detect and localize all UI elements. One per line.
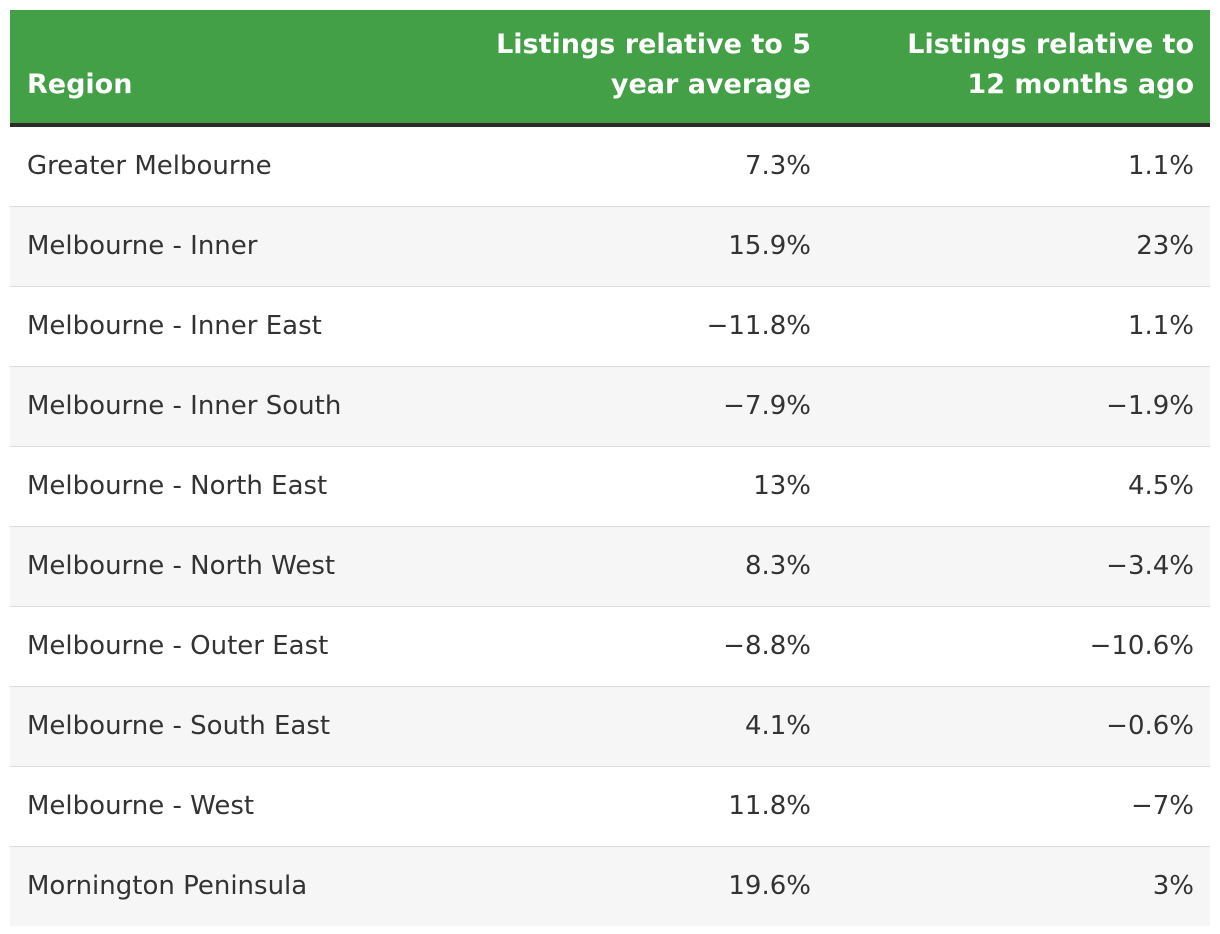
region-cell: Melbourne - South East [27, 711, 331, 741]
five-year-average-cell: 11.8% [728, 791, 811, 821]
table-row: Melbourne - Inner South −7.9% −1.9% [10, 367, 1210, 447]
twelve-months-cell: 1.1% [1127, 311, 1194, 341]
twelve-months-cell: 1.1% [1127, 151, 1194, 181]
table-row: Mornington Peninsula 19.6% 3% [10, 847, 1210, 926]
table-row: Melbourne - Inner 15.9% 23% [10, 207, 1210, 287]
column-header-region: Region [27, 69, 133, 100]
table-body: Greater Melbourne 7.3% 1.1% Melbourne - Inn… [10, 127, 1210, 926]
twelve-months-cell: 3% [1152, 871, 1194, 901]
five-year-average-cell: 13% [753, 471, 811, 501]
table-row: Melbourne - North West 8.3% −3.4% [10, 527, 1210, 607]
twelve-months-cell: 4.5% [1127, 471, 1194, 501]
region-cell: Melbourne - Inner East [27, 311, 322, 341]
data-table: Region Listings relative to 5 year avera… [10, 10, 1210, 926]
table-row: Melbourne - South East 4.1% −0.6% [10, 687, 1210, 767]
table-row: Greater Melbourne 7.3% 1.1% [10, 127, 1210, 207]
region-cell: Melbourne - Inner South [27, 391, 342, 421]
twelve-months-cell: −10.6% [1089, 631, 1194, 661]
five-year-average-cell: 8.3% [744, 551, 811, 581]
table-row: Melbourne - North East 13% 4.5% [10, 447, 1210, 527]
region-cell: Melbourne - North West [27, 551, 336, 581]
region-cell: Melbourne - Inner [27, 231, 258, 261]
column-header-12-months: Listings relative to 12 months ago [907, 29, 1194, 100]
twelve-months-cell: −0.6% [1106, 711, 1194, 741]
table-row: Melbourne - West 11.8% −7% [10, 767, 1210, 847]
five-year-average-cell: −11.8% [706, 311, 811, 341]
table-header: Region Listings relative to 5 year avera… [10, 10, 1210, 123]
twelve-months-cell: 23% [1136, 231, 1194, 261]
column-header-5yr-average: Listings relative to 5 year average [496, 29, 811, 100]
five-year-average-cell: 15.9% [728, 231, 811, 261]
twelve-months-cell: −1.9% [1106, 391, 1194, 421]
five-year-average-cell: −7.9% [723, 391, 811, 421]
five-year-average-cell: 7.3% [744, 151, 811, 181]
region-cell: Melbourne - Outer East [27, 631, 329, 661]
five-year-average-cell: 19.6% [728, 871, 811, 901]
region-cell: Melbourne - West [27, 791, 255, 821]
region-cell: Greater Melbourne [27, 151, 272, 181]
five-year-average-cell: 4.1% [744, 711, 811, 741]
twelve-months-cell: −7% [1130, 791, 1194, 821]
table-row: Melbourne - Inner East −11.8% 1.1% [10, 287, 1210, 367]
region-cell: Melbourne - North East [27, 471, 328, 501]
table-row: Melbourne - Outer East −8.8% −10.6% [10, 607, 1210, 687]
five-year-average-cell: −8.8% [723, 631, 811, 661]
twelve-months-cell: −3.4% [1106, 551, 1194, 581]
region-cell: Mornington Peninsula [27, 871, 308, 901]
